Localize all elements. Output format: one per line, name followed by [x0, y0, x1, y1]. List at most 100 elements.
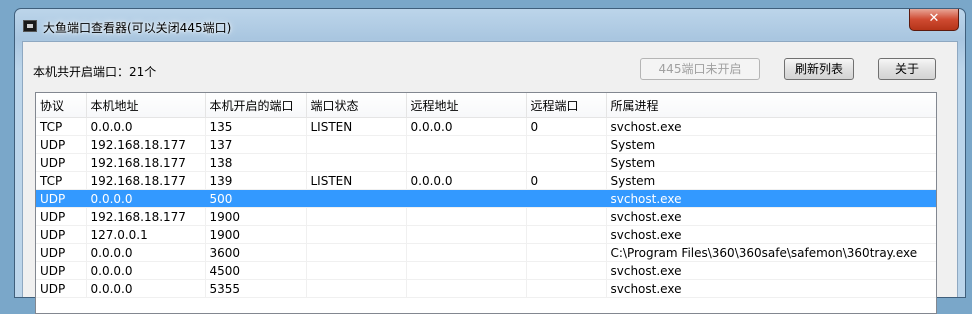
table-row[interactable]: UDP 127.0.0.1 1900 svchost.exe	[36, 225, 936, 244]
table-row[interactable]: UDP 192.168.18.177 137 System	[36, 135, 936, 154]
table-cell: UDP	[36, 189, 87, 208]
table-cell: 135	[205, 117, 307, 136]
table-cell	[406, 207, 527, 226]
table-cell: 139	[205, 171, 307, 190]
table-cell	[406, 261, 527, 280]
column-header[interactable]: 本机地址	[86, 93, 206, 118]
table-cell: 500	[205, 189, 307, 208]
table-cell: svchost.exe	[606, 225, 936, 244]
table-cell: 1900	[205, 207, 307, 226]
table-row[interactable]: UDP 0.0.0.0 500 svchost.exe	[36, 189, 936, 208]
table-cell: 127.0.0.1	[86, 225, 206, 244]
table-cell: svchost.exe	[606, 279, 936, 298]
open-ports-count: 本机共开启端口：21个	[33, 65, 157, 79]
table-cell: 0.0.0.0	[86, 243, 206, 262]
table-row[interactable]: UDP 0.0.0.0 5355 svchost.exe	[36, 279, 936, 298]
column-header[interactable]: 端口状态	[306, 93, 407, 118]
table-cell: 0.0.0.0	[86, 189, 206, 208]
table-cell: svchost.exe	[606, 189, 936, 208]
table-cell	[526, 225, 607, 244]
table-cell: 0.0.0.0	[86, 279, 206, 298]
table-cell: 0.0.0.0	[86, 117, 206, 136]
table-cell	[306, 225, 407, 244]
table-cell	[526, 207, 607, 226]
table-cell: 1900	[205, 225, 307, 244]
port-list[interactable]: 协议 本机地址 本机开启的端口 端口状态 远程地址 远程端口 所属进程 TCP 0.0.0.0…	[35, 92, 937, 314]
table-cell: System	[606, 135, 936, 154]
table-cell: TCP	[36, 117, 87, 136]
table-cell: UDP	[36, 261, 87, 280]
table-cell: 138	[205, 153, 307, 172]
port-table: 协议 本机地址 本机开启的端口 端口状态 远程地址 远程端口 所属进程 TCP 0.0.0.0…	[36, 93, 936, 298]
app-icon	[23, 20, 37, 32]
table-cell	[526, 243, 607, 262]
table-cell: 0.0.0.0	[86, 261, 206, 280]
app-window: 大鱼端口查看器(可以关闭445端口) ✕ 本机共开启端口：21个 445端口未开…	[14, 8, 966, 314]
table-cell	[406, 225, 527, 244]
table-row[interactable]: UDP 0.0.0.0 4500 svchost.exe	[36, 261, 936, 280]
table-cell: 0.0.0.0	[406, 117, 527, 136]
table-cell	[526, 279, 607, 298]
table-cell: 0	[526, 117, 607, 136]
table-cell	[526, 153, 607, 172]
table-header: 协议 本机地址 本机开启的端口 端口状态 远程地址 远程端口 所属进程	[36, 93, 936, 118]
table-cell	[526, 135, 607, 154]
close-button[interactable]: ✕	[909, 9, 959, 31]
refresh-list-button[interactable]: 刷新列表	[784, 58, 854, 80]
table-cell: UDP	[36, 153, 87, 172]
table-cell	[306, 189, 407, 208]
column-header[interactable]: 所属进程	[606, 93, 936, 118]
table-cell	[406, 153, 527, 172]
table-cell: LISTEN	[306, 117, 407, 136]
table-cell: 192.168.18.177	[86, 171, 206, 190]
table-row[interactable]: TCP 192.168.18.177 139 LISTEN 0.0.0.0 0 System	[36, 171, 936, 190]
table-cell: System	[606, 153, 936, 172]
table-cell	[406, 279, 527, 298]
about-button[interactable]: 关于	[878, 58, 936, 80]
table-cell: 4500	[205, 261, 307, 280]
table-cell: 192.168.18.177	[86, 207, 206, 226]
table-cell	[406, 243, 527, 262]
table-cell: UDP	[36, 135, 87, 154]
table-cell: 0.0.0.0	[406, 171, 527, 190]
table-row[interactable]: UDP 192.168.18.177 1900 svchost.exe	[36, 207, 936, 226]
table-row[interactable]: TCP 0.0.0.0 135 LISTEN 0.0.0.0 0 svchost.exe	[36, 117, 936, 136]
column-header[interactable]: 本机开启的端口	[205, 93, 307, 118]
table-cell: svchost.exe	[606, 117, 936, 136]
table-cell	[306, 207, 407, 226]
table-cell	[306, 279, 407, 298]
table-cell	[306, 261, 407, 280]
table-cell: 137	[205, 135, 307, 154]
table-cell: 0	[526, 171, 607, 190]
table-cell	[306, 153, 407, 172]
table-cell	[406, 135, 527, 154]
table-cell: UDP	[36, 225, 87, 244]
table-cell: UDP	[36, 243, 87, 262]
column-header[interactable]: 远程端口	[526, 93, 607, 118]
table-cell: 192.168.18.177	[86, 135, 206, 154]
table-cell	[306, 135, 407, 154]
port-445-button[interactable]: 445端口未开启	[640, 58, 760, 80]
table-cell: svchost.exe	[606, 207, 936, 226]
table-cell: TCP	[36, 171, 87, 190]
table-row[interactable]: UDP 192.168.18.177 138 System	[36, 153, 936, 172]
table-row[interactable]: UDP 0.0.0.0 3600 C:\Program Files\360\360sa…	[36, 243, 936, 262]
table-cell	[406, 189, 527, 208]
column-header[interactable]: 远程地址	[406, 93, 527, 118]
title-bar[interactable]: 大鱼端口查看器(可以关闭445端口) ✕	[15, 9, 965, 41]
table-cell: C:\Program Files\360\360safe\safemon\360…	[606, 243, 936, 262]
column-header[interactable]: 协议	[36, 93, 87, 118]
table-cell: 3600	[205, 243, 307, 262]
table-cell	[306, 243, 407, 262]
table-cell: svchost.exe	[606, 261, 936, 280]
table-cell: LISTEN	[306, 171, 407, 190]
client-area: 本机共开启端口：21个 445端口未开启 刷新列表 关于 协议 本机地址 本机开启的…	[22, 41, 958, 314]
table-cell	[526, 261, 607, 280]
table-cell: UDP	[36, 279, 87, 298]
table-cell: 5355	[205, 279, 307, 298]
table-body: TCP 0.0.0.0 135 LISTEN 0.0.0.0 0 svchost.exe UD…	[36, 117, 936, 298]
window-title: 大鱼端口查看器(可以关闭445端口)	[43, 21, 232, 35]
table-cell: UDP	[36, 207, 87, 226]
table-cell: System	[606, 171, 936, 190]
table-cell	[526, 189, 607, 208]
